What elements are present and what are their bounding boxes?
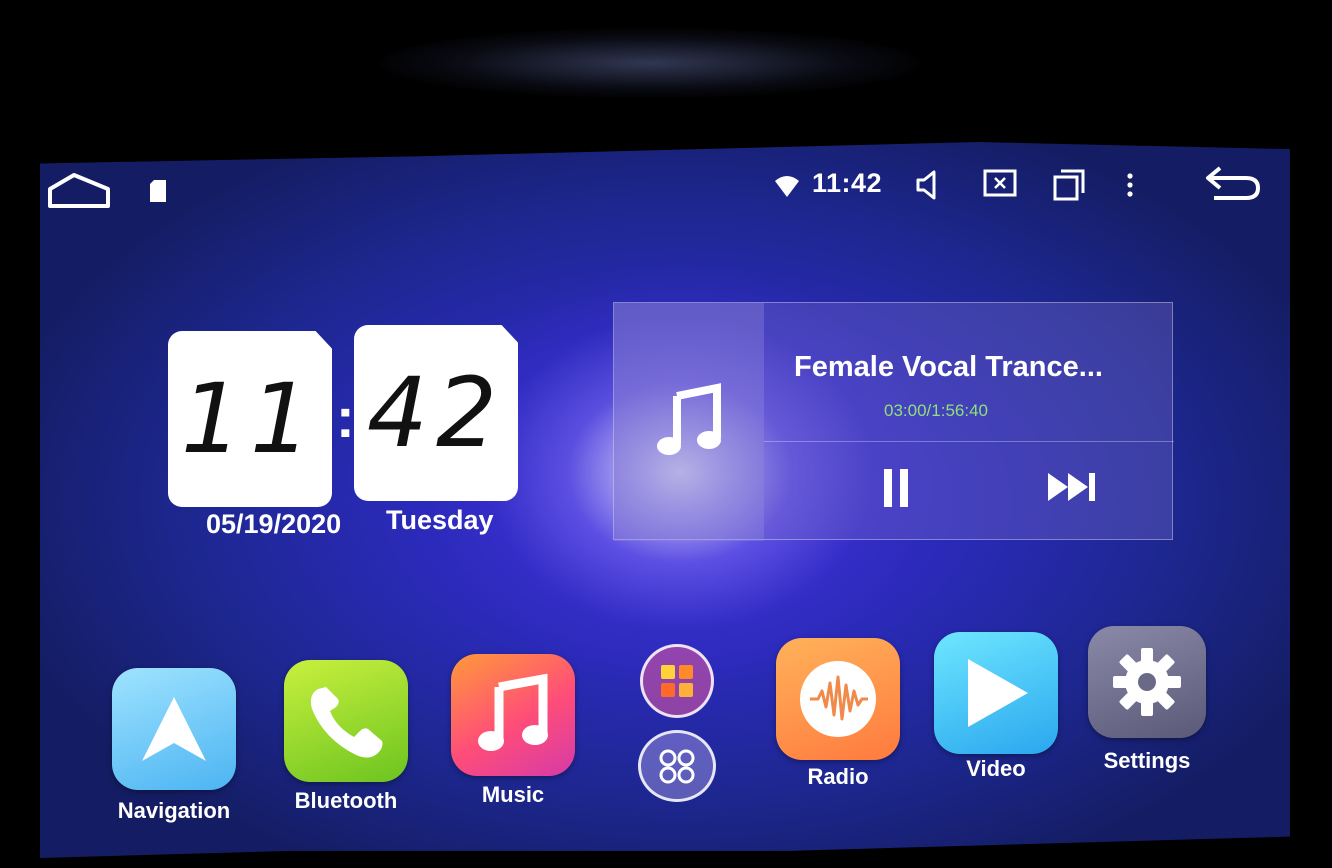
music-app[interactable]: Music [451,654,575,807]
music-note-icon [478,673,548,751]
screen-reflection [380,28,920,98]
status-clock: 11:42 [812,168,883,198]
navigation-label: Navigation [117,798,231,823]
settings-app[interactable]: Settings [1088,626,1206,773]
menu-icon[interactable] [1122,168,1138,202]
play-icon [968,659,1028,727]
clock-colon: : [336,386,355,449]
phone-icon [310,687,383,758]
back-icon[interactable] [1204,164,1262,200]
gear-icon [1113,648,1181,716]
next-track-button[interactable] [1044,469,1100,505]
clock-widget[interactable]: 11 : 42 05/19/2020 Tuesday [168,325,518,545]
clock-date: 05/19/2020 [206,509,342,539]
navigation-arrow-icon [142,697,206,761]
music-label: Music [481,782,545,807]
album-art [614,303,764,541]
clock-day: Tuesday [386,505,494,535]
next-track-icon [1048,473,1095,501]
pause-icon [884,469,908,507]
clock-minutes: 42 [354,325,518,501]
equalizer-icon [659,749,695,784]
wifi-icon [774,174,800,200]
screenshot-icon[interactable] [982,168,1018,200]
home-icon[interactable] [48,172,110,208]
music-tile[interactable] [451,654,575,776]
volume-icon[interactable] [912,168,946,202]
clock-hours: 11 [168,331,332,507]
sd-card-icon [148,178,168,204]
divider [764,441,1174,442]
track-title: Female Vocal Trance... [794,351,1103,383]
navigation-tile[interactable] [112,668,236,790]
app-drawer-button[interactable] [640,644,714,718]
navigation-app[interactable]: Navigation [112,668,236,823]
bluetooth-app[interactable]: Bluetooth [284,660,408,813]
music-note-icon [657,383,721,455]
pause-button[interactable] [876,463,916,513]
recents-icon[interactable] [1052,168,1086,202]
app-grid-icon [661,665,693,697]
settings-tile[interactable] [1088,626,1206,738]
status-bar: 11:42 [40,150,1290,212]
video-app[interactable]: Video [934,632,1058,781]
radio-app[interactable]: Radio [776,638,900,789]
bluetooth-tile[interactable] [284,660,408,782]
radio-wave-icon [800,661,876,737]
music-player-widget[interactable]: Female Vocal Trance... 03:00/1:56:40 [613,302,1174,541]
track-time: 03:00/1:56:40 [884,401,988,420]
video-tile[interactable] [934,632,1058,754]
settings-label: Settings [1103,748,1191,773]
radio-tile[interactable] [776,638,900,760]
equalizer-button[interactable] [638,730,716,802]
